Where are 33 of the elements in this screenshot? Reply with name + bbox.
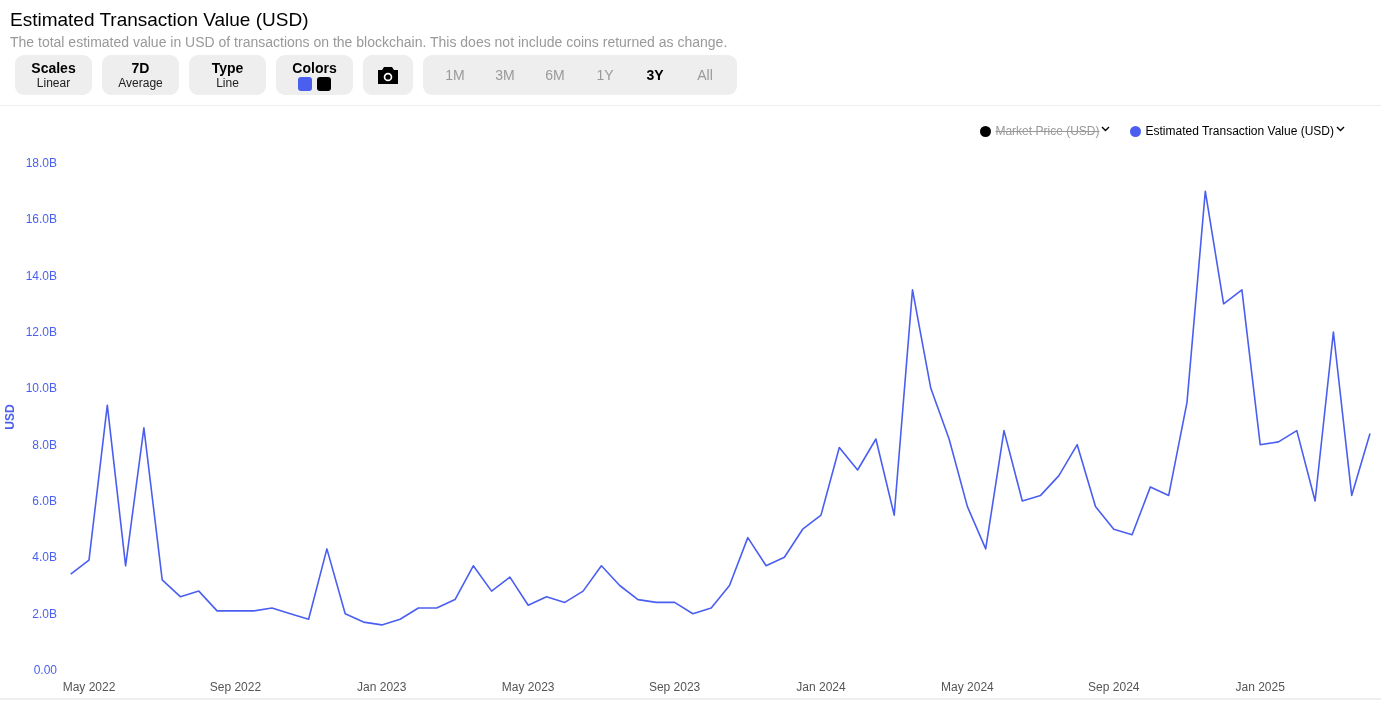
x-tick-label: Sep 2023 — [648, 680, 701, 694]
chart-title: Estimated Transaction Value (USD) — [10, 8, 310, 32]
y-tick-label: 10.0B — [25, 381, 57, 396]
colors-button[interactable]: Colors — [276, 55, 353, 95]
range-tab[interactable]: 3Y — [630, 55, 680, 95]
chevron-icon — [1336, 125, 1345, 132]
chart-description: The total estimated value in USD of transactions on the blockchain. This does not include coins returned as change. — [10, 33, 729, 52]
y-axis-label: USD — [3, 404, 17, 430]
y-tick-label: 14.0B — [25, 268, 57, 283]
x-tick-label: Sep 2022 — [209, 680, 262, 694]
screenshot-button[interactable] — [363, 55, 413, 95]
x-tick-label: Jan 2023 — [357, 680, 407, 694]
option-button[interactable]: Type Line — [189, 55, 266, 95]
y-tick-label: 8.0B — [32, 437, 57, 452]
option-button[interactable]: Scales Linear — [15, 55, 92, 95]
legend-item[interactable]: Estimated Transaction Value (USD) — [1130, 123, 1345, 139]
y-tick-label: 2.0B — [32, 606, 57, 621]
option-button[interactable]: 7D Average — [102, 55, 179, 95]
x-tick-label: May 2022 — [62, 680, 116, 694]
x-tick-label: Jan 2024 — [796, 680, 846, 694]
y-tick-label: 6.0B — [32, 494, 57, 508]
legend-label: Estimated Transaction Value (USD) — [1145, 124, 1334, 138]
x-tick-label: Jan 2025 — [1235, 680, 1285, 694]
x-tick-label: May 2024 — [941, 680, 994, 694]
chevron-icon — [1101, 125, 1111, 132]
y-tick-label: 12.0B — [25, 325, 57, 339]
y-tick-label: 16.0B — [25, 212, 57, 227]
x-tick-label: May 2023 — [501, 680, 555, 694]
camera-icon — [378, 66, 398, 84]
y-tick-label: 18.0B — [25, 156, 57, 170]
y-tick-label: 4.0B — [32, 550, 57, 565]
y-tick-label: 0.00 — [33, 663, 57, 677]
x-tick-label: Sep 2024 — [1088, 680, 1140, 694]
